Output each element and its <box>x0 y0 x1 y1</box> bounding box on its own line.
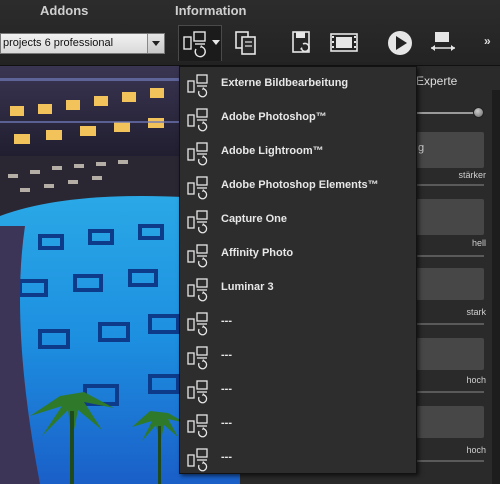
slider-knob[interactable] <box>473 107 484 118</box>
menu-item-label: Affinity Photo <box>221 247 294 259</box>
menu-item-empty-2[interactable]: --- <box>180 339 416 373</box>
menu-item-label: Adobe Photoshop™ <box>221 111 327 123</box>
menu-item-label: Adobe Lightroom™ <box>221 145 324 157</box>
menu-item-affinity-photo[interactable]: Affinity Photo <box>180 237 416 271</box>
copy-document-icon <box>235 31 256 55</box>
external-editor-icon <box>187 380 208 404</box>
menu-item-externe-bildbearbeitung[interactable]: Externe Bildbearbeitung <box>180 67 416 101</box>
param-box[interactable] <box>416 338 484 370</box>
menu-item-capture-one[interactable]: Capture One <box>180 203 416 237</box>
menu-item-label: Externe Bildbearbeitung <box>221 77 349 89</box>
resize-button[interactable] <box>428 28 458 58</box>
menu-item-adobe-photoshop[interactable]: Adobe Photoshop™ <box>180 101 416 135</box>
param-box[interactable] <box>416 406 484 438</box>
param-slider[interactable] <box>416 391 484 393</box>
copy-document-button[interactable] <box>232 28 262 58</box>
external-editor-button[interactable] <box>178 25 222 61</box>
param-box[interactable] <box>416 268 484 300</box>
external-editor-icon <box>187 108 208 132</box>
preset-box-text: g <box>418 142 425 154</box>
param-slider[interactable] <box>416 323 484 325</box>
param-label: stärker <box>458 170 486 180</box>
addon-select-value: projects 6 professional <box>3 37 114 49</box>
param-label: hoch <box>466 375 486 385</box>
param-slider[interactable] <box>416 460 484 462</box>
external-editor-icon <box>187 244 208 268</box>
menu-item-label: --- <box>221 315 232 327</box>
param-slider[interactable] <box>416 255 484 257</box>
menu-item-label: Adobe Photoshop Elements™ <box>221 179 379 191</box>
menu-item-empty-1[interactable]: --- <box>180 305 416 339</box>
addon-select[interactable]: projects 6 professional <box>0 33 165 54</box>
external-editor-icon <box>187 176 208 200</box>
save-icon <box>292 31 310 53</box>
toolbar-ribbon: Addons Information projects 6 profession… <box>0 0 500 66</box>
chevron-down-icon[interactable] <box>212 40 220 45</box>
filmstrip-button[interactable] <box>329 28 358 58</box>
slider-track[interactable] <box>416 112 476 114</box>
external-editor-icon <box>187 414 208 438</box>
panel-scrollbar[interactable] <box>492 90 500 484</box>
external-editor-icon <box>187 74 208 98</box>
menu-item-empty-4[interactable]: --- <box>180 407 416 441</box>
tab-experte[interactable]: Experte <box>416 74 457 88</box>
external-editor-icon <box>187 346 208 370</box>
param-label: hoch <box>466 445 486 455</box>
external-editor-icon <box>187 312 208 336</box>
external-editor-menu: Externe Bildbearbeitung Adobe Photoshop™… <box>179 66 417 474</box>
param-slider[interactable] <box>416 184 484 186</box>
menu-item-empty-3[interactable]: --- <box>180 373 416 407</box>
menu-item-label: Capture One <box>221 213 288 225</box>
addons-section-label: Addons <box>40 3 89 18</box>
external-editor-icon <box>187 278 208 302</box>
param-label: hell <box>471 238 486 248</box>
menu-item-adobe-photoshop-elements[interactable]: Adobe Photoshop Elements™ <box>180 169 416 203</box>
external-editor-icon <box>187 448 208 472</box>
play-icon <box>388 31 412 55</box>
chevron-down-icon[interactable] <box>147 34 164 53</box>
menu-item-empty-5[interactable]: --- <box>180 441 416 475</box>
information-section-label: Information <box>175 3 247 18</box>
menu-item-label: Luminar 3 <box>221 281 274 293</box>
menu-item-label: --- <box>221 383 232 395</box>
external-editor-icon <box>187 142 208 166</box>
more-tools-chevron[interactable]: » <box>484 34 491 48</box>
filmstrip-icon <box>330 33 358 52</box>
param-box[interactable] <box>416 199 484 235</box>
menu-item-label: --- <box>221 451 232 463</box>
menu-item-luminar-3[interactable]: Luminar 3 <box>180 271 416 305</box>
resize-icon <box>431 32 455 51</box>
play-button[interactable] <box>386 28 416 58</box>
save-button[interactable] <box>288 28 318 58</box>
external-editor-icon <box>183 31 206 58</box>
preset-box[interactable] <box>416 132 484 168</box>
param-label: stark <box>466 307 486 317</box>
menu-item-label: --- <box>221 349 232 361</box>
external-editor-icon <box>187 210 208 234</box>
menu-item-adobe-lightroom[interactable]: Adobe Lightroom™ <box>180 135 416 169</box>
menu-item-label: --- <box>221 417 232 429</box>
